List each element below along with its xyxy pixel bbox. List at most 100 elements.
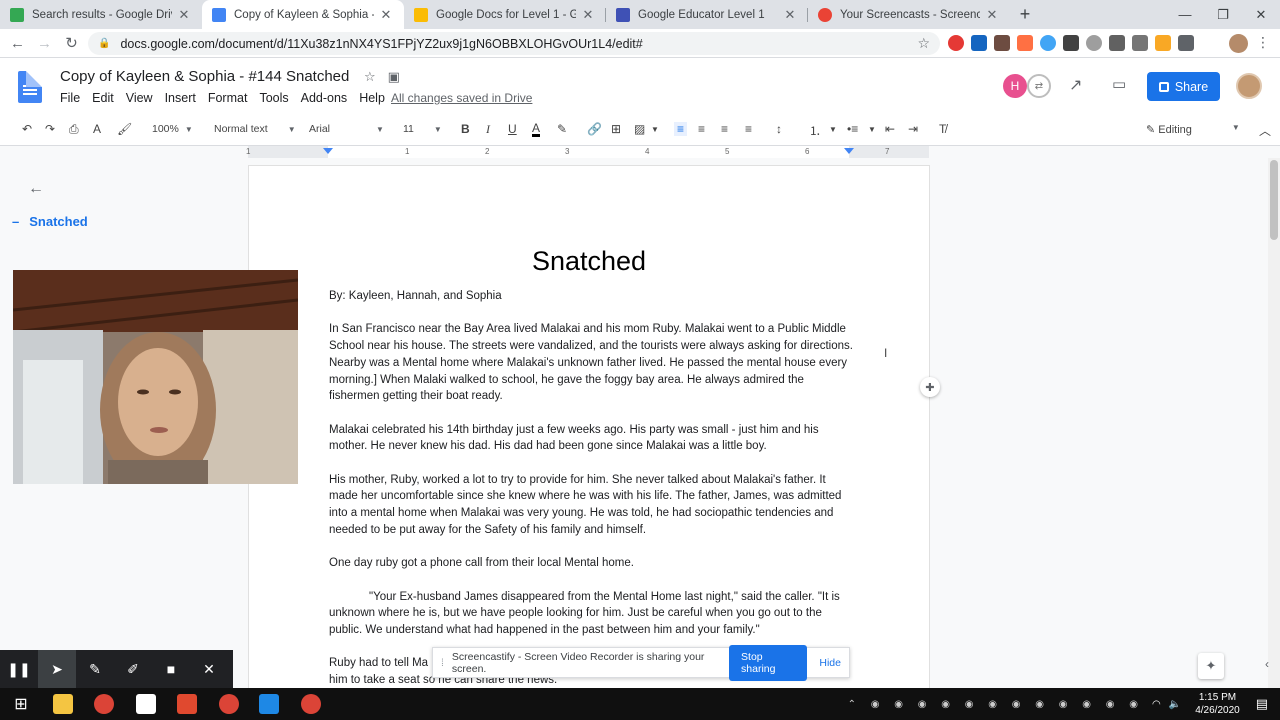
clock[interactable]: 1:15 PM 4/26/2020 [1195, 691, 1240, 717]
account-avatar[interactable] [1236, 73, 1262, 99]
menu-insert[interactable]: Insert [165, 91, 196, 105]
new-tab-button[interactable]: + [1010, 0, 1040, 29]
close-icon[interactable]: ✕ [984, 7, 1000, 23]
google-docs-logo-icon[interactable] [18, 71, 42, 103]
comment-history-icon[interactable]: ▭ [1112, 75, 1126, 93]
insert-comment-icon[interactable]: ⊞ [611, 122, 621, 136]
document-title[interactable]: Copy of Kayleen & Sophia - #144 Snatched [60, 68, 349, 85]
horizontal-ruler[interactable]: 1 1 2 3 4 5 6 7 [246, 146, 929, 158]
undo-icon[interactable]: ↶ [22, 122, 32, 136]
close-icon[interactable]: ✕ [378, 7, 394, 23]
chevron-down-icon[interactable]: ▼ [868, 125, 876, 134]
drag-handle-icon[interactable]: ⁞ [441, 657, 444, 669]
browser-tab-drive[interactable]: Search results - Google Drive ✕ [0, 0, 202, 29]
camera-icon[interactable]: ■ [152, 650, 190, 688]
profile-avatar[interactable] [1229, 34, 1248, 53]
browser-tab-slides[interactable]: Google Docs for Level 1 - Google ✕ [404, 0, 606, 29]
redo-icon[interactable]: ↷ [45, 122, 55, 136]
close-icon[interactable]: ✕ [190, 650, 228, 688]
insert-image-icon[interactable]: ▨ [634, 122, 645, 136]
increase-indent-icon[interactable]: ⇥ [908, 122, 918, 136]
pause-icon[interactable]: ❚❚ [0, 650, 38, 688]
print-icon[interactable]: ⎙ [69, 122, 79, 137]
vertical-ruler[interactable] [0, 166, 12, 696]
chevron-down-icon[interactable]: ▼ [651, 125, 659, 134]
editing-mode-select[interactable]: ✎ Editing ▼ [1146, 123, 1240, 136]
close-icon[interactable]: ✕ [580, 7, 596, 23]
notepad-icon[interactable] [136, 694, 156, 714]
extension-icon[interactable] [994, 35, 1010, 51]
highlighter-tool-icon[interactable]: ✐ [114, 650, 152, 688]
italic-button[interactable]: I [486, 122, 490, 137]
back-button[interactable]: ← [4, 35, 31, 52]
file-explorer-icon[interactable] [53, 694, 73, 714]
star-icon[interactable]: ☆ [364, 69, 376, 85]
menu-file[interactable]: File [60, 91, 80, 105]
extension-icon[interactable] [1040, 35, 1056, 51]
text-color-button[interactable]: A [532, 122, 541, 137]
decrease-indent-icon[interactable]: ⇤ [885, 122, 895, 136]
bookmark-star-icon[interactable]: ☆ [917, 35, 930, 52]
align-center-icon[interactable]: ≡ [698, 122, 705, 136]
browser-tab-educator[interactable]: Google Educator Level 1 ✕ [606, 0, 808, 29]
outline-heading[interactable]: – Snatched [12, 214, 88, 229]
clear-formatting-icon[interactable]: T̸ [939, 122, 946, 136]
wifi-icon[interactable]: ◠ [1152, 699, 1161, 710]
notifications-icon[interactable]: ▤ [1256, 696, 1268, 712]
bold-button[interactable]: B [461, 122, 470, 136]
browser-tab-doc[interactable]: Copy of Kayleen & Sophia - #14 ✕ [202, 0, 404, 29]
line-spacing-icon[interactable]: ↕ [776, 122, 782, 136]
tray-icons[interactable]: ⌃ ◉ ◉ ◉ ◉ ◉ ◉ ◉ ◉ ◉ ◉ ◉ ◉ [848, 699, 1144, 710]
chrome-alt-icon[interactable] [301, 694, 321, 714]
webcam-overlay[interactable] [13, 270, 298, 484]
add-comment-icon[interactable]: ✚ [920, 377, 940, 397]
share-button[interactable]: Share [1147, 72, 1220, 101]
window-close-button[interactable]: ✕ [1242, 0, 1280, 29]
volume-icon[interactable]: 🔈 [1169, 699, 1181, 710]
cursor-tool-icon[interactable]: ➤ [38, 650, 76, 688]
menu-format[interactable]: Format [208, 91, 248, 105]
link-icon[interactable]: 🔗 [587, 122, 602, 136]
chrome-profile-icon[interactable] [219, 694, 239, 714]
browser-menu-icon[interactable]: ⋮ [1256, 34, 1270, 51]
menu-help[interactable]: Help [359, 91, 385, 105]
screencast-app-icon[interactable] [177, 694, 197, 714]
activity-dashboard-icon[interactable]: ↗ [1069, 75, 1082, 95]
explore-icon[interactable]: ✦ [1198, 653, 1224, 679]
forward-button[interactable]: → [31, 35, 58, 52]
style-select[interactable]: Normal text ▼ [214, 123, 296, 135]
font-select[interactable]: Arial ▼ [309, 123, 384, 135]
extension-icon[interactable] [1086, 35, 1102, 51]
chrome-icon[interactable] [94, 694, 114, 714]
document-body[interactable]: By: Kayleen, Hannah, and Sophia In San F… [329, 288, 853, 705]
collaborator-avatar[interactable]: H [1003, 74, 1027, 98]
menu-addons[interactable]: Add-ons [301, 91, 348, 105]
scrollbar[interactable] [1268, 158, 1280, 688]
justify-icon[interactable]: ≡ [745, 122, 752, 136]
windows-start-icon[interactable]: ⊞ [11, 694, 31, 714]
menu-view[interactable]: View [126, 91, 153, 105]
reload-button[interactable]: ↻ [58, 34, 85, 52]
close-icon[interactable]: ✕ [176, 7, 192, 23]
restore-button[interactable]: ❐ [1204, 0, 1242, 29]
align-left-icon[interactable]: ≡ [674, 122, 688, 136]
zoom-select[interactable]: 100% ▼ [152, 123, 193, 135]
right-indent-marker[interactable] [844, 148, 854, 154]
move-folder-icon[interactable]: ▣ [388, 69, 400, 85]
extension-icon[interactable] [1132, 35, 1148, 51]
scrollbar-thumb[interactable] [1270, 160, 1278, 240]
back-arrow-icon[interactable]: ← [28, 180, 44, 198]
extension-icon[interactable] [1017, 35, 1033, 51]
document-heading[interactable]: Snatched [249, 246, 929, 277]
browser-tab-screencastify[interactable]: Your Screencasts - Screencastify ✕ [808, 0, 1010, 29]
collapse-menu-icon[interactable]: ︿ [1259, 122, 1271, 139]
font-size-select[interactable]: 11 ▼ [403, 123, 442, 135]
extension-icon[interactable] [971, 35, 987, 51]
extension-icon[interactable] [1109, 35, 1125, 51]
extension-icon[interactable] [1155, 35, 1171, 51]
minimize-button[interactable]: — [1166, 0, 1204, 29]
menu-edit[interactable]: Edit [92, 91, 114, 105]
close-icon[interactable]: ✕ [782, 7, 798, 23]
stop-sharing-button[interactable]: Stop sharing [729, 644, 808, 681]
chevron-down-icon[interactable]: ▼ [829, 125, 837, 134]
